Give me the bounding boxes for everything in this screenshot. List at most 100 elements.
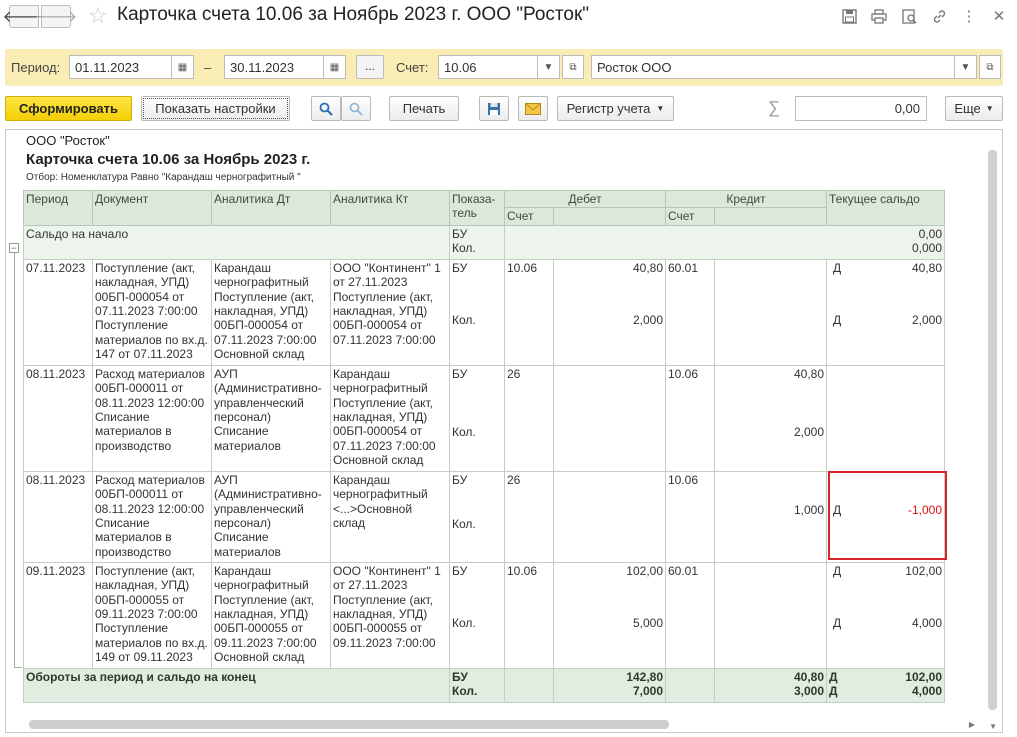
account-label: Счет: (396, 60, 429, 75)
row-debit-account: 26 (507, 472, 521, 487)
balance-side-qty: Д (833, 313, 842, 328)
balance-qty: -1,000 (907, 502, 942, 517)
save-icon[interactable] (839, 6, 859, 26)
account-input[interactable]: 10.06 (438, 55, 538, 79)
favorite-star-icon[interactable]: ☆ (88, 3, 108, 29)
chevron-down-icon: ▼ (985, 104, 994, 113)
preview-icon[interactable] (899, 6, 919, 26)
title-bar: 🡐 🡒 ☆ Карточка счета 10.06 за Ноябрь 202… (0, 0, 1017, 34)
show-settings-button[interactable]: Показать настройки (141, 96, 290, 121)
row-debit-sum: 40,80 (632, 260, 663, 275)
opening-sum: 0,00 (918, 226, 942, 241)
table-row[interactable]: 08.11.2023 Расход материалов 00БП-000011 … (23, 470, 945, 563)
search-button[interactable] (311, 96, 341, 121)
row-analytics-dt: АУП (Административно-управленческий перс… (214, 366, 322, 453)
row-period: 09.11.2023 (26, 563, 86, 578)
totals-credit-qty: 3,000 (793, 684, 824, 699)
organization-open-button[interactable]: ⧉ (979, 55, 1001, 79)
horizontal-scroll-thumb[interactable] (29, 720, 669, 729)
vertical-scroll-thumb[interactable] (988, 150, 997, 710)
register-dropdown-button[interactable]: Регистр учета ▼ (557, 96, 674, 121)
period-select-button[interactable]: ... (356, 55, 384, 79)
generate-button[interactable]: Сформировать (5, 96, 132, 121)
header-credit: Кредит (665, 189, 827, 209)
horizontal-scrollbar[interactable] (24, 720, 974, 729)
header-analytics-dt: Аналитика Дт (211, 190, 331, 226)
row-document: Поступление (акт, накладная, УПД) 00БП-0… (95, 563, 208, 665)
row-ind-bu: БУ (452, 563, 468, 578)
row-period: 08.11.2023 (26, 366, 86, 381)
report-table: Период Документ Аналитика Дт Аналитика К… (23, 189, 945, 703)
totals-ind-bu: БУ (452, 669, 468, 684)
more-vertical-icon[interactable]: ⋮ (959, 6, 979, 26)
link-icon[interactable] (929, 6, 949, 26)
row-document: Поступление (акт, накладная, УПД) 00БП-0… (95, 260, 208, 362)
row-ind-qty: Кол. (452, 313, 476, 328)
forward-button[interactable]: 🡒 (35, 5, 77, 28)
header-debit: Дебет (504, 189, 666, 209)
totals-balance-side-qty: Д (829, 684, 838, 699)
sum-icon: ∑ (768, 98, 781, 117)
report-title: Карточка счета 10.06 за Ноябрь 2023 г. (26, 151, 311, 168)
calendar-to-button[interactable]: ▦ (324, 55, 346, 79)
table-row[interactable]: 07.11.2023 Поступление (акт, накладная, У… (23, 258, 945, 366)
row-credit-account: 10.06 (668, 472, 699, 487)
totals-balance-qty: 4,000 (911, 684, 942, 699)
row-debit-account: 10.06 (507, 260, 538, 275)
account-open-button[interactable]: ⧉ (562, 55, 584, 79)
print-button[interactable]: Печать (389, 96, 459, 121)
send-email-button[interactable] (518, 96, 548, 121)
header-document: Документ (92, 190, 212, 226)
chevron-down-icon: ▼ (656, 104, 665, 113)
scroll-right-icon[interactable]: ▶ (969, 720, 975, 729)
window-title: Карточка счета 10.06 за Ноябрь 2023 г. О… (117, 4, 590, 25)
organization-dropdown-button[interactable]: ▼ (955, 55, 977, 79)
row-analytics-kt: Карандаш черногрaфитный Поступление (акт… (333, 366, 436, 468)
totals-debit-qty: 7,000 (632, 684, 663, 699)
search-icon (319, 102, 333, 116)
close-icon[interactable]: ✕ (989, 6, 1009, 26)
opening-label: Сальдо на начало (23, 224, 450, 260)
group-collapse-icon[interactable]: − (9, 243, 19, 253)
opening-balance-row[interactable]: Сальдо на начало БУ Кол. 0,00 0,000 (23, 224, 945, 260)
row-analytics-dt: Карандаш черногрaфитный Поступление (акт… (214, 260, 317, 362)
date-to-input[interactable]: 30.11.2023 (224, 55, 324, 79)
account-dropdown-button[interactable]: ▼ (538, 55, 560, 79)
row-ind-qty: Кол. (452, 616, 476, 631)
print-icon[interactable] (869, 6, 889, 26)
row-period: 08.11.2023 (26, 472, 86, 487)
totals-label: Обороты за период и сальдо на конец (23, 667, 450, 703)
date-from-input[interactable]: 01.11.2023 (69, 55, 172, 79)
row-analytics-kt: Карандаш черногрaфитный <...>Основной ск… (333, 472, 428, 531)
calendar-from-button[interactable]: ▦ (172, 55, 194, 79)
totals-row[interactable]: Обороты за период и сальдо на конец БУ Ко… (23, 667, 945, 703)
balance-sum: 40,80 (911, 260, 942, 275)
save-report-button[interactable] (479, 96, 509, 121)
search-cancel-button[interactable] (341, 96, 371, 121)
row-analytics-dt: Карандаш черногрaфитный Поступление (акт… (214, 563, 317, 665)
sum-field[interactable]: 0,00 (795, 96, 927, 121)
search-cancel-icon (349, 102, 363, 116)
report-area[interactable]: ООО "Росток" Карточка счета 10.06 за Ноя… (5, 129, 1003, 733)
balance-side-qty: Д (833, 616, 842, 631)
balance-qty: 4,000 (911, 616, 942, 631)
filter-panel: Период: 01.11.2023 ▦ – 30.11.2023 ▦ ... … (5, 49, 1003, 86)
organization-input[interactable]: Росток ООО (591, 55, 955, 79)
arrow-right-icon: 🡒 (34, 9, 78, 26)
table-row[interactable]: 08.11.2023 Расход материалов 00БП-000011 … (23, 364, 945, 472)
row-credit-account: 60.01 (668, 260, 699, 275)
report-filter-note: Отбор: Номенклатура Равно "Карандаш черн… (26, 172, 301, 183)
row-credit-account: 60.01 (668, 563, 699, 578)
row-credit-qty: 2,000 (793, 425, 824, 440)
scroll-down-icon[interactable]: ▼ (989, 722, 997, 731)
row-credit-sum: 40,80 (793, 366, 824, 381)
totals-debit-sum: 142,80 (626, 669, 663, 684)
more-button[interactable]: Еще ▼ (945, 96, 1003, 121)
period-label: Период: (11, 60, 61, 75)
balance-side: Д (833, 563, 842, 578)
report-org: ООО "Росток" (26, 133, 110, 148)
vertical-scrollbar[interactable] (988, 140, 997, 720)
calendar-icon: ▦ (329, 61, 340, 73)
balance-side: Д (833, 260, 842, 275)
table-row[interactable]: 09.11.2023 Поступление (акт, накладная, У… (23, 561, 945, 669)
